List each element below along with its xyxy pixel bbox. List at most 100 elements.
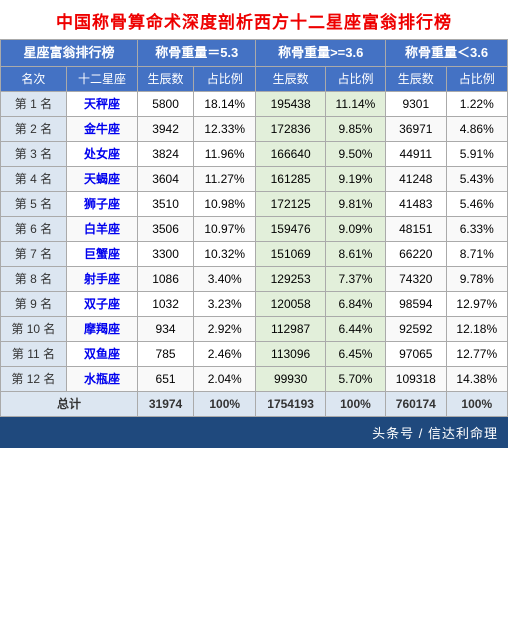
b2-cell: 113096 xyxy=(256,341,325,366)
p1-cell: 3.40% xyxy=(194,266,256,291)
p1-cell: 11.27% xyxy=(194,166,256,191)
data-table: 星座富翁排行榜 称骨重量＝5.3 称骨重量>=3.6 称骨重量＜3.6 名次 十… xyxy=(0,39,508,417)
b3-cell: 74320 xyxy=(386,266,447,291)
zodiac-cell: 双子座 xyxy=(66,291,137,316)
zodiac-cell: 天蝎座 xyxy=(66,166,137,191)
header-row-2: 名次 十二星座 生辰数 占比例 生辰数 占比例 生辰数 占比例 xyxy=(1,66,508,91)
rank-cell: 第 3 名 xyxy=(1,141,67,166)
total-b2: 1754193 xyxy=(256,391,325,416)
total-p1: 100% xyxy=(194,391,256,416)
page-title: 中国称骨算命术深度剖析西方十二星座富翁排行榜 xyxy=(0,0,508,39)
b1-cell: 785 xyxy=(138,341,194,366)
b1-cell: 1032 xyxy=(138,291,194,316)
p1-cell: 2.04% xyxy=(194,366,256,391)
b1-cell: 651 xyxy=(138,366,194,391)
b2-cell: 172125 xyxy=(256,191,325,216)
p2-cell: 5.70% xyxy=(325,366,385,391)
b3-cell: 98594 xyxy=(386,291,447,316)
total-b1: 31974 xyxy=(138,391,194,416)
b1-cell: 3510 xyxy=(138,191,194,216)
b1-cell: 3300 xyxy=(138,241,194,266)
b2-cell: 151069 xyxy=(256,241,325,266)
b1-cell: 3824 xyxy=(138,141,194,166)
b1-cell: 5800 xyxy=(138,91,194,116)
p2-cell: 9.50% xyxy=(325,141,385,166)
p3-cell: 4.86% xyxy=(446,116,507,141)
p3-cell: 5.91% xyxy=(446,141,507,166)
p1-cell: 2.46% xyxy=(194,341,256,366)
b3-cell: 109318 xyxy=(386,366,447,391)
total-b3: 760174 xyxy=(386,391,447,416)
b2-cell: 159476 xyxy=(256,216,325,241)
rank-cell: 第 4 名 xyxy=(1,166,67,191)
b2-cell: 120058 xyxy=(256,291,325,316)
p3-cell: 1.22% xyxy=(446,91,507,116)
zodiac-cell: 狮子座 xyxy=(66,191,137,216)
p2-cell: 8.61% xyxy=(325,241,385,266)
p1-cell: 3.23% xyxy=(194,291,256,316)
p3-cell: 8.71% xyxy=(446,241,507,266)
total-label: 总计 xyxy=(1,391,138,416)
p1-cell: 18.14% xyxy=(194,91,256,116)
p1-cell: 10.98% xyxy=(194,191,256,216)
p1-cell: 10.32% xyxy=(194,241,256,266)
p2-cell: 7.37% xyxy=(325,266,385,291)
p3-cell: 14.38% xyxy=(446,366,507,391)
table-row: 第 1 名天秤座580018.14%19543811.14%93011.22% xyxy=(1,91,508,116)
table-row: 第 12 名水瓶座6512.04%999305.70%10931814.38% xyxy=(1,366,508,391)
p2-cell: 9.09% xyxy=(325,216,385,241)
rank-cell: 第 12 名 xyxy=(1,366,67,391)
col-group-low: 称骨重量＜3.6 xyxy=(386,40,508,67)
table-row: 第 9 名双子座10323.23%1200586.84%9859412.97% xyxy=(1,291,508,316)
rank-cell: 第 5 名 xyxy=(1,191,67,216)
p1-cell: 11.96% xyxy=(194,141,256,166)
p3-cell: 9.78% xyxy=(446,266,507,291)
p3-cell: 6.33% xyxy=(446,216,507,241)
b3-cell: 41248 xyxy=(386,166,447,191)
table-row: 第 5 名狮子座351010.98%1721259.81%414835.46% xyxy=(1,191,508,216)
zodiac-cell: 处女座 xyxy=(66,141,137,166)
p2-cell: 6.84% xyxy=(325,291,385,316)
header-row-1: 星座富翁排行榜 称骨重量＝5.3 称骨重量>=3.6 称骨重量＜3.6 xyxy=(1,40,508,67)
b2-cell: 112987 xyxy=(256,316,325,341)
b1-cell: 3604 xyxy=(138,166,194,191)
p2-cell: 9.81% xyxy=(325,191,385,216)
rank-cell: 第 8 名 xyxy=(1,266,67,291)
sub-header-b1: 生辰数 xyxy=(138,66,194,91)
sub-header-b2: 生辰数 xyxy=(256,66,325,91)
zodiac-cell: 金牛座 xyxy=(66,116,137,141)
table-row: 第 2 名金牛座394212.33%1728369.85%369714.86% xyxy=(1,116,508,141)
b3-cell: 41483 xyxy=(386,191,447,216)
table-row: 第 10 名摩羯座9342.92%1129876.44%9259212.18% xyxy=(1,316,508,341)
zodiac-cell: 白羊座 xyxy=(66,216,137,241)
p2-cell: 6.45% xyxy=(325,341,385,366)
p1-cell: 12.33% xyxy=(194,116,256,141)
table-body: 第 1 名天秤座580018.14%19543811.14%93011.22%第… xyxy=(1,91,508,391)
p1-cell: 10.97% xyxy=(194,216,256,241)
p2-cell: 11.14% xyxy=(325,91,385,116)
p3-cell: 5.43% xyxy=(446,166,507,191)
table-row: 第 6 名白羊座350610.97%1594769.09%481516.33% xyxy=(1,216,508,241)
rank-cell: 第 7 名 xyxy=(1,241,67,266)
b1-cell: 934 xyxy=(138,316,194,341)
table-row: 第 7 名巨蟹座330010.32%1510698.61%662208.71% xyxy=(1,241,508,266)
sub-header-p1: 占比例 xyxy=(194,66,256,91)
b3-cell: 92592 xyxy=(386,316,447,341)
table-row: 第 3 名处女座382411.96%1666409.50%449115.91% xyxy=(1,141,508,166)
sub-header-p3: 占比例 xyxy=(446,66,507,91)
b2-cell: 161285 xyxy=(256,166,325,191)
p2-cell: 9.19% xyxy=(325,166,385,191)
b1-cell: 1086 xyxy=(138,266,194,291)
total-p3: 100% xyxy=(446,391,507,416)
zodiac-cell: 巨蟹座 xyxy=(66,241,137,266)
p3-cell: 12.77% xyxy=(446,341,507,366)
p2-cell: 6.44% xyxy=(325,316,385,341)
zodiac-cell: 天秤座 xyxy=(66,91,137,116)
p3-cell: 5.46% xyxy=(446,191,507,216)
b1-cell: 3942 xyxy=(138,116,194,141)
b2-cell: 172836 xyxy=(256,116,325,141)
sub-header-zodiac: 十二星座 xyxy=(66,66,137,91)
sub-header-b3: 生辰数 xyxy=(386,66,447,91)
b3-cell: 66220 xyxy=(386,241,447,266)
main-container: 中国称骨算命术深度剖析西方十二星座富翁排行榜 星座富翁排行榜 称骨重量＝5.3 … xyxy=(0,0,508,448)
